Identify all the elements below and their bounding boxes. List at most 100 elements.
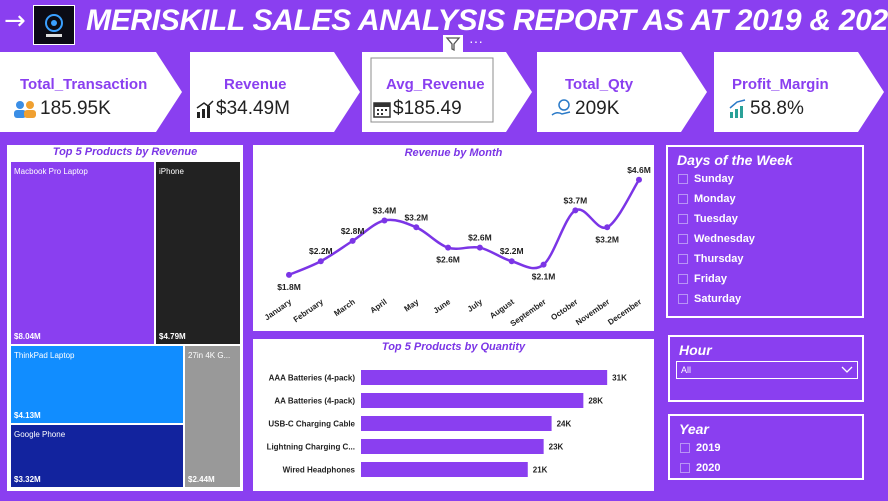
more-options-icon[interactable]: ···: [469, 34, 491, 50]
x-tick-label: December: [606, 297, 643, 327]
slicer-option-thursday[interactable]: Thursday: [678, 253, 744, 265]
treemap-tile-thinkpad[interactable]: ThinkPad Laptop $4.13M: [10, 345, 184, 424]
data-label: 21K: [533, 466, 548, 475]
kpi-label: Revenue: [224, 76, 287, 93]
kpi-value: $185.49: [393, 98, 462, 119]
x-tick-label: August: [488, 297, 516, 320]
days-of-week-slicer: Days of the Week Sunday Monday Tuesday W…: [666, 145, 864, 318]
year-slicer: Year 2019 2020: [668, 414, 864, 480]
data-point[interactable]: [540, 261, 547, 268]
checkbox[interactable]: [678, 194, 688, 204]
y-tick-label: USB-C Charging Cable: [268, 420, 355, 429]
x-tick-label: April: [369, 297, 389, 315]
checkbox[interactable]: [680, 443, 690, 453]
data-point[interactable]: [572, 207, 579, 214]
slicer-option-sunday[interactable]: Sunday: [678, 173, 734, 185]
kpi-card-revenue[interactable]: Revenue $34.49M: [190, 52, 360, 132]
treemap-tile-iphone[interactable]: iPhone $4.79M: [155, 161, 241, 345]
data-point[interactable]: [413, 224, 420, 231]
filter-icon[interactable]: [443, 35, 463, 53]
bar[interactable]: [361, 439, 544, 454]
data-label: $3.7M: [564, 195, 588, 205]
kpi-value: $34.49M: [216, 98, 290, 119]
data-label: $2.6M: [468, 233, 492, 243]
data-label: 28K: [588, 397, 603, 406]
data-label: $2.2M: [309, 246, 333, 256]
revenue-line-chart: $1.8M January $2.2M February $2.8M March $3.4M…: [263, 165, 651, 329]
growth-chart-icon: [196, 100, 214, 118]
checkbox[interactable]: [680, 463, 690, 473]
data-point[interactable]: [286, 271, 292, 278]
slicer-option-2020[interactable]: 2020: [680, 462, 720, 474]
data-point[interactable]: [381, 217, 388, 224]
slicer-option-2019[interactable]: 2019: [680, 442, 720, 454]
slicer-option-saturday[interactable]: Saturday: [678, 293, 741, 305]
data-label: 24K: [557, 420, 572, 429]
checkbox[interactable]: [678, 274, 688, 284]
data-point[interactable]: [636, 176, 642, 183]
data-point[interactable]: [476, 244, 483, 251]
slicer-option-tuesday[interactable]: Tuesday: [678, 213, 738, 225]
bar[interactable]: [361, 370, 608, 385]
x-tick-label: September: [509, 297, 548, 328]
hand-coin-icon: [551, 99, 571, 116]
y-tick-label: AAA Batteries (4-pack): [269, 374, 356, 383]
data-point[interactable]: [604, 224, 611, 231]
slicer-option-friday[interactable]: Friday: [678, 273, 727, 285]
hour-dropdown-value: All: [681, 365, 692, 375]
slicer-option-monday[interactable]: Monday: [678, 193, 736, 205]
kpi-value: 58.8%: [750, 98, 804, 119]
bar[interactable]: [361, 416, 552, 431]
data-label: $2.1M: [532, 272, 556, 282]
people-icon: [14, 101, 36, 118]
y-tick-label: Wired Headphones: [283, 466, 356, 475]
checkbox[interactable]: [678, 294, 688, 304]
checkbox[interactable]: [678, 214, 688, 224]
checkbox[interactable]: [678, 234, 688, 244]
data-label: $2.6M: [436, 255, 460, 265]
slicer-title: Year: [679, 421, 709, 437]
x-tick-label: November: [574, 297, 611, 327]
x-tick-label: March: [332, 297, 357, 318]
data-label: $3.2M: [404, 212, 428, 222]
data-label: 23K: [549, 443, 564, 452]
y-tick-label: AA Batteries (4-pack): [274, 397, 355, 406]
checkbox[interactable]: [678, 174, 688, 184]
top-products-quantity-panel: Top 5 Products by Quantity AAA Batteries…: [253, 339, 654, 491]
hour-dropdown[interactable]: All: [676, 361, 858, 379]
treemap-tile-macbook[interactable]: Macbook Pro Laptop $8.04M: [10, 161, 155, 345]
data-point[interactable]: [508, 258, 515, 265]
data-point[interactable]: [317, 258, 324, 265]
calendar-icon: [373, 102, 391, 118]
kpi-label: Total_Transaction: [20, 76, 148, 93]
bar[interactable]: [361, 393, 584, 408]
x-tick-label: June: [432, 297, 453, 315]
treemap-title: Top 5 Products by Revenue: [52, 146, 198, 158]
slicer-title: Hour: [679, 342, 712, 358]
kpi-card-avg-revenue[interactable]: Avg_Revenue $185.49: [362, 52, 532, 132]
treemap-tile-google-phone[interactable]: Google Phone $3.32M: [10, 424, 184, 488]
slicer-title: Days of the Week: [677, 152, 793, 168]
data-point[interactable]: [349, 237, 356, 244]
kpi-value: 185.95K: [40, 98, 111, 119]
bar[interactable]: [361, 462, 528, 477]
data-label: $3.4M: [373, 206, 397, 216]
x-tick-label: May: [403, 297, 421, 314]
hour-slicer: Hour All: [668, 335, 864, 402]
data-label: $2.2M: [500, 246, 524, 256]
revenue-by-month-panel: Revenue by Month $1.8M January $2.2M Februa…: [253, 145, 654, 331]
chevron-down-icon: [841, 366, 853, 373]
kpi-card-total-qty[interactable]: Total_Qty 209K: [537, 52, 707, 132]
kpi-card-total-transaction[interactable]: Total_Transaction 185.95K: [0, 52, 182, 132]
treemap-tile-27in-4k[interactable]: 27in 4K G... $2.44M: [184, 345, 241, 488]
kpi-card-profit-margin[interactable]: Profit_Margin 58.8%: [714, 52, 884, 132]
data-point[interactable]: [445, 244, 452, 251]
data-label: $1.8M: [277, 282, 301, 292]
trend-up-icon: [729, 99, 746, 118]
page-title: MERISKILL SALES ANALYSIS REPORT AS AT 20…: [86, 4, 888, 37]
slicer-option-wednesday[interactable]: Wednesday: [678, 233, 755, 245]
back-arrow-icon[interactable]: →: [4, 6, 30, 36]
kpi-label: Total_Qty: [565, 76, 634, 93]
checkbox[interactable]: [678, 254, 688, 264]
y-tick-label: Lightning Charging C...: [267, 443, 355, 452]
